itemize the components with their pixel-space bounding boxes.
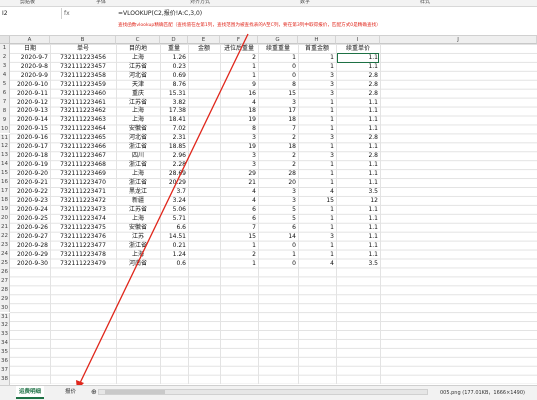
spreadsheet-window: 剪贴板 字体 对齐方式 数字 样式 I2 fx =VLOOKUP(C2,报价!A:C,3…	[0, 0, 537, 400]
sheet-tab-quote[interactable]: 报价	[62, 386, 79, 399]
scrollbar-thumb[interactable]	[105, 390, 165, 394]
taskbar-file-info: 005.png (177.01KB，1666×1490)	[440, 390, 525, 396]
sheet-tab-freight-details[interactable]: 运费明细	[16, 386, 45, 399]
horizontal-scrollbar[interactable]	[98, 389, 428, 395]
annotation-arrow	[76, 33, 249, 390]
